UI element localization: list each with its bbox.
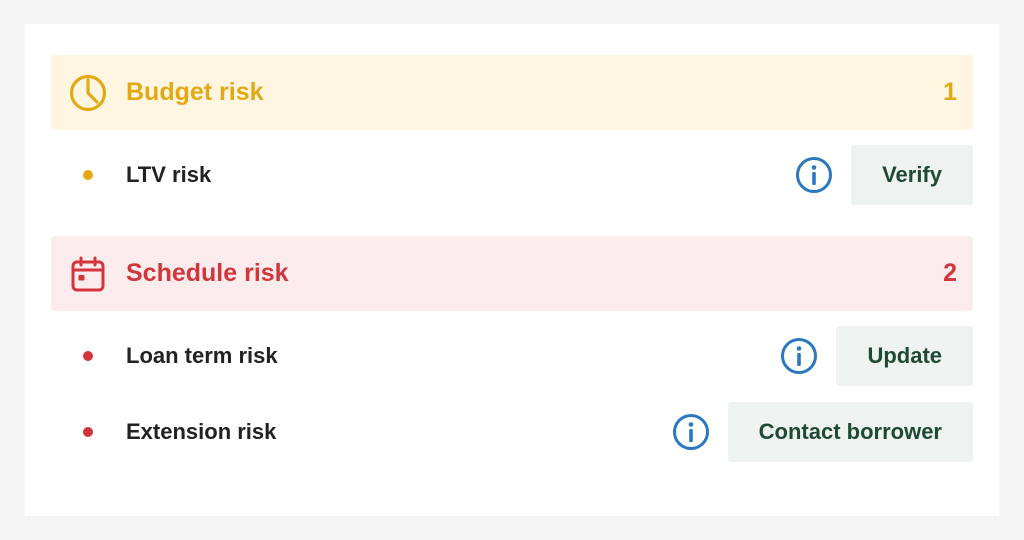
- verify-button[interactable]: Verify: [851, 145, 973, 205]
- risk-card: Budget risk 1 LTV risk Verify Schedule r…: [25, 24, 999, 516]
- risk-label: LTV risk: [126, 162, 212, 187]
- status-dot: [83, 351, 93, 361]
- risk-row-extension: Extension risk Contact borrower: [51, 402, 973, 462]
- contact-borrower-button[interactable]: Contact borrower: [727, 402, 973, 462]
- info-icon[interactable]: [794, 155, 834, 195]
- risk-label: Extension risk: [126, 419, 277, 444]
- info-icon[interactable]: [779, 336, 819, 376]
- risk-row-ltv: LTV risk Verify: [51, 145, 973, 205]
- status-dot: [83, 427, 93, 437]
- status-dot: [83, 170, 93, 180]
- group-header-schedule-risk[interactable]: Schedule risk 2: [51, 236, 973, 311]
- group-title: Budget risk: [126, 78, 264, 106]
- calendar-icon: [69, 255, 107, 293]
- group-count-badge: 2: [943, 259, 957, 287]
- risk-label: Loan term risk: [126, 343, 278, 368]
- group-count-badge: 1: [943, 78, 957, 106]
- pie-chart-icon: [69, 74, 107, 112]
- info-icon[interactable]: [671, 412, 711, 452]
- group-title: Schedule risk: [126, 259, 289, 287]
- risk-row-loan-term: Loan term risk Update: [51, 326, 973, 386]
- update-button[interactable]: Update: [836, 326, 973, 386]
- group-header-budget-risk[interactable]: Budget risk 1: [51, 55, 973, 130]
